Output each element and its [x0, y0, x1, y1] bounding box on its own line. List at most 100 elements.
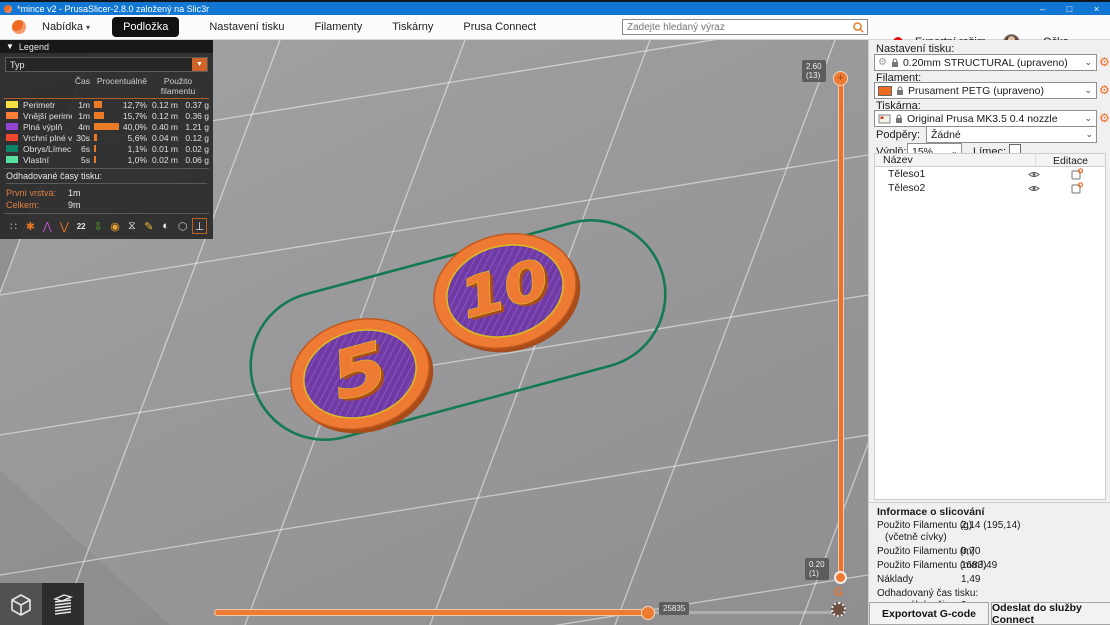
search-box[interactable]	[622, 19, 868, 35]
wipe-icon[interactable]: ✱	[23, 218, 38, 234]
object-list: Těleso1 Těleso2	[874, 167, 1106, 500]
eye-icon[interactable]	[1019, 184, 1049, 193]
legend-row: Vlastní 5s 1,0% 0.02 m 0.06 g	[4, 154, 209, 165]
center-of-gravity-icon[interactable]: ◐	[158, 218, 173, 234]
layers-icon	[52, 594, 74, 615]
percent-bar	[94, 155, 96, 163]
legend-row: Perimetr 1m 12,7% 0.12 m 0.37 g	[4, 99, 209, 110]
minimize-button[interactable]: –	[1029, 2, 1056, 15]
slice-info-title: Informace o slicování	[869, 502, 1110, 520]
settings-panel: Nastavení tisku: ⚙ 0.20mm STRUCTURAL (up…	[868, 40, 1110, 625]
cost-row: Náklady 1,49	[877, 574, 981, 585]
supports-label: Podpěry:	[876, 129, 921, 141]
title-bar[interactable]: *mince v2 - PrusaSlicer-2.8.0 založený n…	[0, 2, 1110, 15]
object-row[interactable]: Těleso2	[875, 181, 1105, 195]
feature-color-swatch	[6, 156, 18, 163]
view-mode-switcher	[0, 583, 84, 625]
close-button[interactable]: ×	[1083, 2, 1110, 15]
filament-used-g: Použito Filamentu (g) 2,14 (195,14)	[877, 520, 1021, 531]
legend-panel: ▼ Legend Typ ▼ Čas Procentuálně Použito …	[0, 40, 213, 239]
search-icon[interactable]	[852, 21, 865, 34]
dropdown-arrow-icon[interactable]: ▼	[192, 58, 207, 71]
gear-icon: ⚙	[878, 57, 887, 68]
export-gcode-button[interactable]: Exportovat G-code	[869, 602, 989, 625]
printer-combo[interactable]: Original Prusa MK3.5 0.4 nozzle ⌄	[874, 110, 1097, 127]
chevron-down-icon: ⌄	[1084, 85, 1092, 95]
percent-bar	[94, 144, 96, 152]
edit-object-icon[interactable]	[1049, 168, 1105, 180]
feature-color-swatch	[6, 112, 18, 119]
chevron-down-icon: ⌄	[1084, 113, 1092, 123]
legend-title: Legend	[18, 41, 49, 52]
chevron-down-icon: ⌄	[1084, 57, 1092, 67]
layer-slider-track[interactable]	[839, 80, 843, 578]
eye-icon[interactable]	[1019, 170, 1049, 179]
app-logo-icon	[4, 4, 12, 13]
tab-podlozka[interactable]: Podložka	[112, 17, 180, 37]
legend-column-headers: Čas Procentuálně Použito filamentu	[4, 76, 209, 99]
total-time: Celkem: 9m	[6, 200, 81, 210]
view-type-select[interactable]: Typ ▼	[5, 57, 208, 72]
prusaslicer-window: *mince v2 - PrusaSlicer-2.8.0 založený n…	[0, 0, 1110, 625]
edit-object-icon[interactable]	[1049, 182, 1105, 194]
layer-slider-lower-handle[interactable]	[834, 571, 847, 584]
filament-used-mm3: Použito Filamentu (mm³) 1683,49	[877, 560, 998, 571]
collapse-arrow-icon[interactable]: ▼	[6, 42, 14, 51]
3d-viewport[interactable]: 5 5 10 10 ▼ Legend Typ ▼ Čas Procentuáln…	[0, 40, 868, 625]
tool-marker-icon[interactable]: ⊥	[192, 218, 208, 234]
legend-header[interactable]: ▼ Legend	[0, 40, 213, 53]
feature-color-swatch	[6, 123, 18, 130]
move-slider-handle[interactable]	[641, 606, 655, 620]
move-slider-track[interactable]	[215, 610, 653, 615]
preview-view-button[interactable]	[42, 583, 84, 625]
prusa-logo[interactable]	[12, 20, 26, 34]
tab-filamenty[interactable]: Filamenty	[315, 21, 363, 33]
print-time-estimates-title: Odhadované časy tisku:	[6, 171, 207, 184]
move-slider-end-handle[interactable]	[831, 602, 846, 617]
coin-object-5[interactable]: 5 5	[278, 303, 445, 449]
filament-gear-button[interactable]: ⚙	[1099, 84, 1110, 96]
lock-icon	[897, 85, 903, 95]
window-title: *mince v2 - PrusaSlicer-2.8.0 založený n…	[17, 3, 210, 14]
maximize-button[interactable]: □	[1056, 2, 1083, 15]
object-row[interactable]: Těleso1	[875, 167, 1105, 181]
feature-color-swatch	[6, 145, 18, 152]
printer-gear-button[interactable]: ⚙	[1099, 112, 1110, 124]
chevron-down-icon: ⌄	[1085, 129, 1093, 139]
cube-icon	[11, 594, 31, 616]
travels-icon[interactable]: ∷	[6, 218, 21, 234]
coin-object-10[interactable]: 10 10	[421, 217, 593, 368]
print-settings-gear-button[interactable]: ⚙	[1099, 56, 1110, 68]
percent-bar	[94, 100, 102, 108]
layer-slider-top-tooltip: 2.60 (13)	[802, 60, 826, 82]
percent-bar	[94, 122, 119, 130]
filament-combo[interactable]: Prusament PETG (upraveno) ⌄	[874, 82, 1097, 99]
editor-view-button[interactable]	[0, 583, 42, 625]
tool-changes-icon[interactable]: 22	[74, 218, 89, 234]
custom-gcode-icon[interactable]: ✎	[141, 218, 156, 234]
filament-used-m: Použito Filamentu (m) 0,70	[877, 546, 981, 557]
deretractions-icon[interactable]: ⋁	[57, 218, 72, 234]
tab-tiskarny[interactable]: Tiskárny	[392, 21, 433, 33]
legend-row: Vrchní plné výplně30s 5,6%0.04 m0.12 g	[4, 132, 209, 143]
print-settings-combo[interactable]: ⚙ 0.20mm STRUCTURAL (upraveno) ⌄	[874, 54, 1097, 71]
shells-icon[interactable]: ⬡	[175, 218, 190, 234]
percent-bar	[94, 111, 104, 119]
search-input[interactable]	[623, 21, 852, 33]
color-prints-icon[interactable]: ◉	[108, 218, 123, 234]
action-bar: Exportovat G-code Odeslat do služby Conn…	[869, 602, 1110, 625]
tab-nastaveni-tisku[interactable]: Nastavení tisku	[209, 21, 284, 33]
first-layer-time: První vrstva: 1m	[6, 188, 81, 198]
send-to-connect-button[interactable]: Odeslat do služby Connect	[991, 602, 1110, 625]
retractions-icon[interactable]: ⋀	[40, 218, 55, 234]
printer-icon	[878, 114, 891, 123]
tab-prusa-connect[interactable]: Prusa Connect	[463, 21, 536, 33]
layer-slider-upper-handle[interactable]: +	[833, 71, 848, 86]
percent-bar	[94, 133, 98, 141]
pauses-icon[interactable]: ⧖	[124, 218, 139, 234]
feature-color-swatch	[6, 101, 18, 108]
supports-select[interactable]: Žádné ⌄	[926, 126, 1097, 143]
color-changes-icon[interactable]: ⇩	[91, 218, 106, 234]
menu-dropdown[interactable]: Nabídka ▾	[42, 21, 90, 33]
move-slider-value: 25835	[659, 602, 690, 615]
